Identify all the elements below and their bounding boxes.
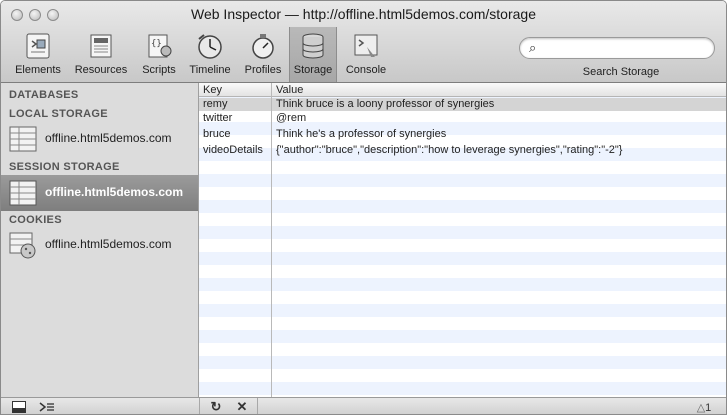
column-divider[interactable] — [271, 83, 272, 397]
storage-icon — [302, 33, 324, 59]
toolbar-scripts-label: Scripts — [142, 64, 176, 76]
local-storage-item-label: offline.html5demos.com — [45, 131, 172, 145]
toolbar-profiles-label: Profiles — [244, 64, 282, 76]
scripts-icon: {} — [148, 34, 172, 58]
dock-icon — [12, 401, 26, 413]
storage-grid-icon — [9, 126, 37, 152]
table-row[interactable]: bruce Think he's a professor of synergie… — [199, 128, 726, 141]
value-column-header[interactable]: Value — [276, 84, 303, 96]
table-row[interactable]: videoDetails {"author":"bruce","descript… — [199, 144, 726, 157]
dock-button[interactable] — [9, 399, 29, 414]
refresh-button[interactable]: ↻ — [207, 399, 225, 414]
session-storage-header: SESSION STORAGE — [9, 161, 120, 173]
row-value: Think he's a professor of synergies — [276, 128, 447, 140]
session-storage-item[interactable]: offline.html5demos.com — [1, 175, 198, 211]
toolbar-timeline-label: Timeline — [189, 64, 231, 76]
toolbar-resources-label: Resources — [74, 64, 128, 76]
storage-grid-icon — [9, 180, 37, 206]
delete-button[interactable]: ✕ — [233, 399, 251, 414]
storage-data-grid: Key Value remy Think bruce is a loony pr… — [199, 83, 726, 397]
warning-count: 1 — [705, 402, 712, 414]
search-input[interactable] — [544, 40, 704, 56]
cookies-item-label: offline.html5demos.com — [45, 237, 172, 251]
status-divider — [199, 398, 200, 414]
status-bar: ↻ ✕ △1 — [1, 397, 726, 414]
toolbar-elements-button[interactable]: Elements — [13, 31, 63, 81]
toolbar-scripts-button[interactable]: {} Scripts — [137, 31, 181, 81]
console-prompt-icon — [39, 402, 54, 412]
toolbar-console-button[interactable]: Console — [343, 31, 389, 81]
toolbar-timeline-button[interactable]: Timeline — [185, 31, 235, 81]
row-key: remy — [203, 98, 228, 110]
local-storage-header: LOCAL STORAGE — [9, 108, 108, 120]
window-title: Web Inspector — http://offline.html5demo… — [191, 6, 536, 22]
toolbar-resources-button[interactable]: Resources — [73, 31, 129, 81]
row-key: bruce — [203, 128, 231, 140]
toolbar-storage-label: Storage — [293, 64, 333, 76]
local-storage-item[interactable]: offline.html5demos.com — [1, 121, 198, 157]
toolbar-console-label: Console — [345, 64, 387, 76]
toolbar-elements-label: Elements — [15, 64, 61, 76]
web-inspector-window: Web Inspector — http://offline.html5demo… — [0, 0, 727, 415]
toolbar: Web Inspector — http://offline.html5demo… — [1, 1, 726, 83]
cookie-icon — [9, 232, 36, 259]
table-row[interactable]: remy Think bruce is a loony professor of… — [199, 98, 726, 111]
cookies-item[interactable]: offline.html5demos.com — [1, 227, 198, 263]
row-value: @rem — [276, 112, 307, 124]
toolbar-profiles-button[interactable]: Profiles — [241, 31, 285, 81]
session-storage-item-label: offline.html5demos.com — [45, 185, 184, 199]
status-divider — [257, 398, 258, 414]
search-icon: ⌕ — [529, 40, 537, 55]
elements-icon — [26, 33, 50, 59]
warning-counter[interactable]: △1 — [687, 399, 721, 414]
row-key: twitter — [203, 112, 233, 124]
warning-icon: △ — [696, 402, 706, 414]
row-key: videoDetails — [203, 144, 263, 156]
grid-header: Key Value — [199, 83, 726, 97]
search-storage-field[interactable]: ⌕ — [519, 37, 715, 59]
console-toggle-button[interactable] — [37, 399, 57, 414]
search-storage-label: Search Storage — [582, 66, 660, 78]
cookies-header: COOKIES — [9, 214, 62, 226]
toolbar-storage-button[interactable]: Storage — [289, 27, 337, 82]
resources-icon — [90, 34, 112, 58]
databases-header: DATABASES — [9, 89, 79, 101]
key-column-header[interactable]: Key — [203, 84, 222, 96]
svg-text:{}: {} — [151, 39, 162, 49]
row-value: Think bruce is a loony professor of syne… — [276, 98, 495, 110]
storage-sidebar: DATABASES LOCAL STORAGE offline.html5dem… — [1, 83, 199, 397]
console-icon — [354, 34, 378, 57]
profiles-icon — [252, 34, 274, 59]
row-value: {"author":"bruce","description":"how to … — [276, 144, 623, 156]
timeline-icon — [198, 34, 222, 59]
table-row[interactable]: twitter @rem — [199, 112, 726, 125]
